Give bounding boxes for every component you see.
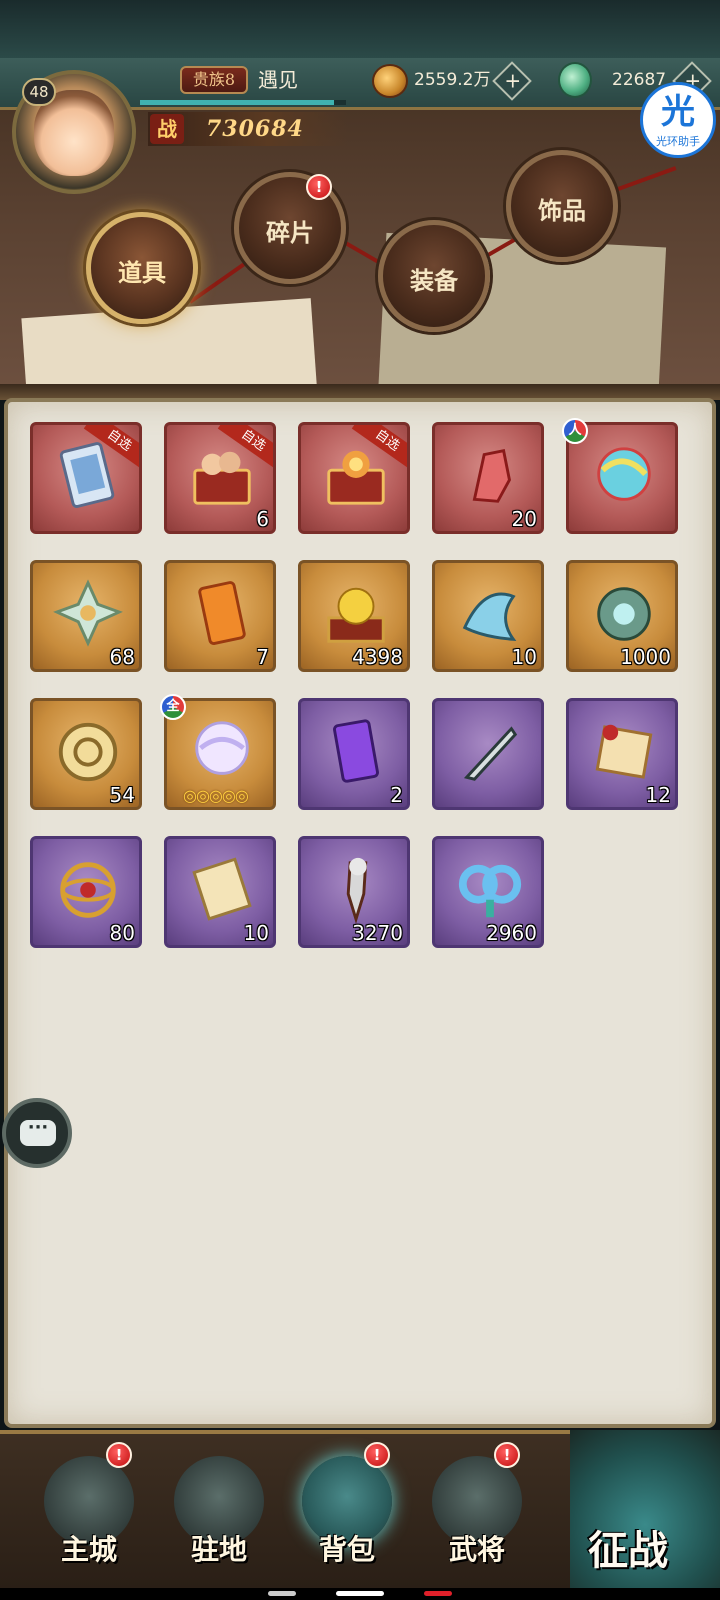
gold-coin-icon: [372, 64, 408, 98]
item-quantity: 20: [511, 507, 537, 531]
blade-icon: [455, 717, 525, 787]
nav-label: 驻地: [190, 1533, 247, 1566]
inventory-slot[interactable]: 自选: [298, 422, 410, 534]
nav-label: 主城: [60, 1533, 117, 1566]
rainbow-orb-icon: [589, 441, 659, 511]
tab-label: 饰品: [538, 196, 586, 225]
jade-icon: [558, 62, 592, 98]
home-pill[interactable]: [336, 1591, 384, 1596]
inventory-slot[interactable]: 10: [432, 560, 544, 672]
inventory-slot[interactable]: 自选 6: [164, 422, 276, 534]
item-quantity: 68: [109, 645, 135, 669]
nav-pill[interactable]: [424, 1591, 452, 1596]
level-badge: 48: [22, 78, 56, 106]
tab-items[interactable]: 道具: [86, 212, 198, 324]
hero-card-select-icon: [53, 441, 123, 511]
tab-accessories[interactable]: 饰品: [506, 150, 618, 262]
item-quantity: 2960: [486, 921, 537, 945]
nav-item-backpack-chest[interactable]: 背包!: [292, 1442, 402, 1576]
player-name: 遇见: [258, 68, 298, 92]
nav-item-castle[interactable]: 主城!: [34, 1442, 144, 1576]
alert-icon: !: [364, 1442, 390, 1468]
nav-item-general-helmet[interactable]: 武将!: [422, 1442, 532, 1576]
chat-icon: ···: [20, 1119, 56, 1146]
game-screen: 48 贵族8 遇见 战 730684 2559.2万 + 22687 + 光 光…: [0, 0, 720, 1600]
alert-icon: !: [306, 174, 332, 200]
inventory-slot[interactable]: 80: [30, 836, 142, 948]
sealed-letter-icon: [589, 717, 659, 787]
hero-chest-select-icon: [187, 441, 257, 511]
item-quantity: 10: [243, 921, 269, 945]
nav-pill[interactable]: [268, 1591, 296, 1596]
element-mark-icon: 人: [562, 418, 588, 444]
alert-icon: !: [106, 1442, 132, 1468]
inventory-slot[interactable]: 2: [298, 698, 410, 810]
inventory-slot[interactable]: 68: [30, 560, 142, 672]
inventory-slot[interactable]: 4398: [298, 560, 410, 672]
item-quantity: 4398: [352, 645, 403, 669]
star-rating: ◎◎◎◎◎: [183, 786, 249, 805]
tab-equipment[interactable]: 装备: [378, 220, 490, 332]
xp-bar-fill: [140, 100, 334, 105]
armillary-sphere-icon: [53, 855, 123, 925]
alert-icon: !: [494, 1442, 520, 1468]
nav-label: 武将: [448, 1533, 505, 1566]
inventory-slot[interactable]: 3270: [298, 836, 410, 948]
item-quantity: 1000: [620, 645, 671, 669]
power-icon: 战: [150, 114, 184, 144]
tab-label: 道具: [118, 258, 166, 287]
xp-bar: [140, 100, 346, 105]
element-mark-icon: 全: [160, 694, 186, 720]
tab-label: 碎片: [266, 218, 314, 247]
inventory-slot[interactable]: 1000: [566, 560, 678, 672]
item-quantity: 6: [256, 507, 269, 531]
inventory-slot[interactable]: [432, 698, 544, 810]
jade-star-emblem-icon: [53, 579, 123, 649]
item-quantity: 10: [511, 645, 537, 669]
item-quantity: 12: [645, 783, 671, 807]
blue-knot-icon: [455, 855, 525, 925]
nav-label: 背包: [318, 1533, 375, 1566]
inventory-slot[interactable]: 20: [432, 422, 544, 534]
status-bar: [0, 0, 720, 58]
red-beast-figurine-icon: [455, 441, 525, 511]
gold-coin-icon: [53, 717, 123, 787]
gold-amount: 2559.2万: [414, 70, 491, 90]
system-nav-bar: [0, 1588, 720, 1600]
white-orb-icon: [187, 717, 257, 787]
spirit-fish-icon: [455, 579, 525, 649]
purple-token-icon: [321, 717, 391, 787]
inventory-slot[interactable]: 自选: [30, 422, 142, 534]
inventory-slot[interactable]: 12: [566, 698, 678, 810]
chat-button[interactable]: ···: [2, 1098, 72, 1168]
inventory-slot[interactable]: 10: [164, 836, 276, 948]
bronze-vessel-icon: [589, 579, 659, 649]
tab-label: 装备: [410, 266, 458, 295]
plus-icon: +: [504, 68, 522, 93]
combat-power: 730684: [206, 116, 304, 142]
treasure-chest-select-icon: [321, 441, 391, 511]
inventory-slot[interactable]: 54: [30, 698, 142, 810]
item-quantity: 3270: [352, 921, 403, 945]
inventory-slot[interactable]: 2960: [432, 836, 544, 948]
beast-dagger-icon: [321, 855, 391, 925]
helper-label: 光环助手: [656, 135, 700, 148]
item-quantity: 7: [256, 645, 269, 669]
item-quantity: 80: [109, 921, 135, 945]
campaign-label: 征战: [588, 1527, 668, 1574]
scroll-icon: [187, 855, 257, 925]
helper-logo-icon: 光: [661, 92, 695, 132]
golden-pearl-box-icon: [321, 579, 391, 649]
noble-rank-badge[interactable]: 贵族8: [180, 66, 248, 94]
orange-token-icon: [187, 579, 257, 649]
item-quantity: 54: [109, 783, 135, 807]
item-quantity: 2: [390, 783, 403, 807]
helper-overlay-button[interactable]: 光 光环助手: [640, 82, 716, 158]
nav-item-stronghold[interactable]: 驻地: [164, 1456, 274, 1576]
inventory-slot[interactable]: 7: [164, 560, 276, 672]
